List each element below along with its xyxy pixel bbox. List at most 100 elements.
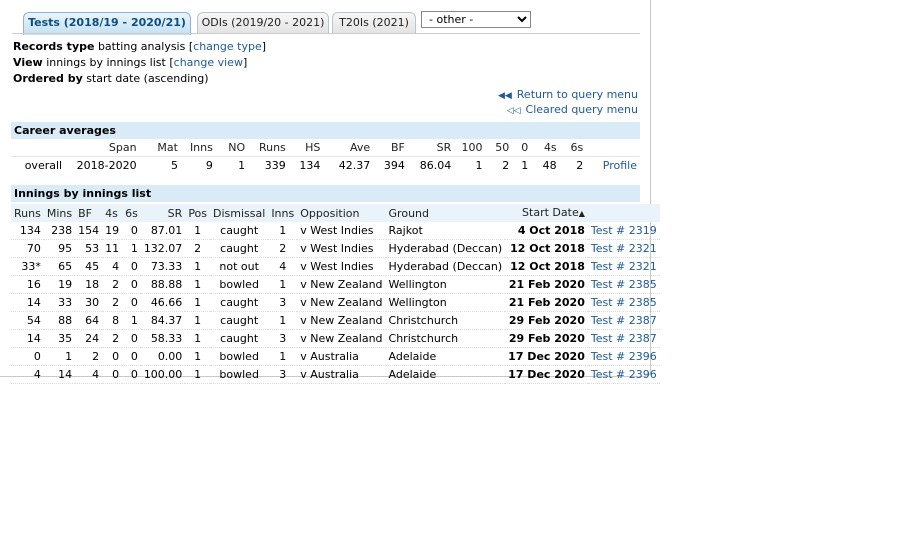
header-dismissal[interactable]: Dismissal: [210, 204, 268, 222]
cell-opposition: v New Zealand: [297, 311, 386, 330]
cell-ground: Christchurch: [385, 311, 506, 330]
cell-start-date: 29 Feb 2020: [505, 311, 588, 330]
cell-dismissal: not out: [210, 257, 269, 276]
header-pos[interactable]: Pos: [185, 204, 210, 222]
cell-bf: 30: [75, 293, 103, 312]
cell-runs: 70: [11, 239, 44, 258]
innings-list-heading: Innings by innings list: [11, 185, 640, 202]
ordered-by-label: Ordered by: [13, 72, 83, 85]
innings-row: 54 88 64 8 1 84.37 1 caught 1 v New Zeal…: [11, 311, 660, 330]
header-mins[interactable]: Mins: [44, 204, 75, 222]
career-header-row: Span Mat Inns NO Runs HS Ave BF SR 100 5…: [11, 139, 640, 157]
cell-ground: Hyderabad (Deccan): [385, 239, 506, 258]
cell-sr: 132.07: [140, 239, 186, 258]
match-link[interactable]: Test # 2396: [591, 368, 657, 381]
return-query-link[interactable]: Return to query menu: [517, 88, 638, 101]
cell-dismissal: caught: [210, 311, 269, 330]
cell-bf: 154: [75, 222, 103, 240]
career-header-6s: 6s: [570, 141, 584, 154]
header-sr[interactable]: SR: [141, 204, 186, 222]
cell-pos: 1: [185, 365, 211, 384]
career-header-hs: HS: [305, 141, 321, 154]
cell-inns: 3: [268, 365, 298, 384]
cell-mins: 35: [43, 329, 76, 348]
cell-runs: 134: [11, 222, 44, 240]
career-ave: 42.37: [323, 156, 374, 174]
header-runs[interactable]: Runs: [11, 204, 44, 222]
tab-t20is[interactable]: T20Is (2021): [332, 12, 416, 33]
career-header-50: 50: [495, 141, 510, 154]
query-links: ◀◀ Return to query menu ◁◁ Cleared query m…: [498, 88, 638, 118]
cell-ground: Wellington: [385, 275, 506, 294]
career-header-blank: [11, 139, 65, 157]
header-ground[interactable]: Ground: [386, 204, 506, 222]
cell-bf: 24: [75, 329, 103, 348]
cell-dismissal: bowled: [210, 365, 269, 384]
cell-ground: Adelaide: [385, 347, 506, 366]
career-header-link-blank: [586, 139, 640, 157]
header-bf[interactable]: BF: [75, 204, 102, 222]
cell-4s: 2: [102, 329, 123, 348]
change-type-link[interactable]: change type: [193, 40, 262, 53]
cell-opposition: v West Indies: [297, 257, 386, 276]
other-format-select[interactable]: - other -: [421, 11, 531, 28]
career-100: 1: [454, 156, 486, 174]
match-link[interactable]: Test # 2319: [591, 224, 657, 237]
stats-panel: Tests (2018/19 - 2020/21) ODIs (2019/20 …: [0, 0, 660, 384]
change-view-link[interactable]: change view: [174, 56, 243, 69]
header-start-date-label: Start Date: [522, 206, 579, 219]
career-header-mat: Mat: [157, 141, 178, 154]
match-link[interactable]: Test # 2387: [591, 314, 657, 327]
match-link[interactable]: Test # 2385: [591, 278, 657, 291]
career-sr: 86.04: [407, 156, 455, 174]
ordered-by-value: start date (ascending): [86, 72, 209, 85]
match-link[interactable]: Test # 2385: [591, 296, 657, 309]
cell-pos: 1: [185, 222, 211, 240]
career-header-sr: SR: [436, 141, 452, 154]
header-start-date[interactable]: Start Date▲: [505, 204, 588, 222]
cell-pos: 1: [185, 293, 211, 312]
cell-runs: 14: [11, 329, 44, 348]
cell-inns: 3: [268, 329, 298, 348]
header-inns[interactable]: Inns: [268, 204, 297, 222]
cell-bf: 4: [75, 365, 103, 384]
cell-opposition: v West Indies: [297, 239, 386, 258]
header-4s[interactable]: 4s: [102, 204, 122, 222]
career-6s: 2: [559, 156, 587, 174]
cell-sr: 73.33: [140, 257, 186, 276]
match-link[interactable]: Test # 2321: [591, 260, 657, 273]
career-averages-table: Span Mat Inns NO Runs HS Ave BF SR 100 5…: [11, 139, 640, 174]
cell-pos: 1: [185, 347, 211, 366]
career-row-label: overall: [11, 156, 66, 174]
profile-link[interactable]: Profile: [603, 159, 637, 172]
cell-4s: 0: [102, 365, 123, 384]
header-6s[interactable]: 6s: [122, 204, 141, 222]
cleared-query-link[interactable]: Cleared query menu: [526, 103, 638, 116]
innings-header-row: Runs Mins BF 4s 6s SR Pos Dismissal Inns…: [11, 204, 660, 222]
cell-inns: 3: [268, 293, 298, 312]
innings-row: 70 95 53 11 1 132.07 2 caught 2 v West I…: [11, 239, 660, 258]
cell-inns: 2: [268, 239, 298, 258]
cell-4s: 4: [102, 257, 123, 276]
rewind-outline-icon: ◁◁: [506, 106, 521, 116]
cell-6s: 0: [122, 257, 141, 276]
match-link[interactable]: Test # 2321: [591, 242, 657, 255]
career-4s: 48: [531, 156, 560, 174]
tab-odis[interactable]: ODIs (2019/20 - 2021): [197, 12, 329, 33]
cell-start-date: 17 Dec 2020: [505, 365, 588, 384]
match-link[interactable]: Test # 2387: [591, 332, 657, 345]
cell-opposition: v Australia: [297, 365, 386, 384]
cell-start-date: 29 Feb 2020: [505, 329, 588, 348]
cell-opposition: v West Indies: [297, 222, 386, 240]
view-value: innings by innings list: [46, 56, 166, 69]
header-opposition[interactable]: Opposition: [297, 204, 385, 222]
cell-start-date: 4 Oct 2018: [505, 222, 588, 240]
records-type-line: Records type batting analysis [change ty…: [13, 40, 267, 53]
cell-dismissal: caught: [210, 222, 269, 240]
cell-ground: Adelaide: [385, 365, 506, 384]
tab-tests[interactable]: Tests (2018/19 - 2020/21): [23, 12, 191, 35]
cell-mins: 88: [43, 311, 76, 330]
career-50: 2: [485, 156, 513, 174]
match-link[interactable]: Test # 2396: [591, 350, 657, 363]
cell-inns: 4: [268, 257, 298, 276]
